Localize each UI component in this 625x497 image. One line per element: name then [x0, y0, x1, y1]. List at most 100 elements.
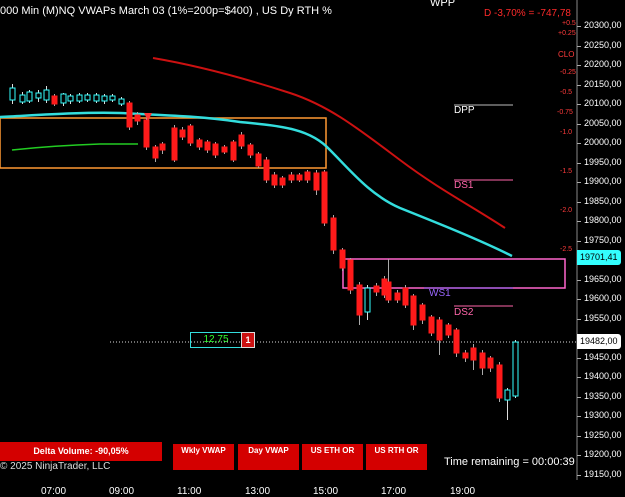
price-axis-label: 20300,00 — [584, 20, 622, 30]
price-axis-label: 20250,00 — [584, 39, 622, 50]
candle-body — [356, 284, 363, 316]
price-axis-tick — [577, 416, 581, 417]
price-axis-label: 19400,00 — [584, 371, 622, 381]
pct-label: +0.5 — [562, 20, 576, 27]
candle-body — [436, 319, 443, 341]
daily-change-label: D -3,70% = -747,78 — [484, 8, 571, 19]
candle-body — [385, 281, 392, 301]
candle-body — [196, 139, 203, 148]
candle-body — [428, 316, 435, 334]
candle-body — [126, 102, 133, 128]
candle-body — [402, 287, 409, 306]
price-axis-tick — [577, 104, 581, 105]
price-axis-tick — [577, 299, 581, 300]
clo-label: CLO — [558, 50, 575, 59]
candle-body — [394, 292, 401, 301]
delta-volume-button[interactable]: Delta Volume: -90,05% — [0, 442, 162, 461]
candle-body — [247, 144, 254, 156]
price-axis-label: 19550,00 — [584, 312, 622, 323]
price-axis-tick — [577, 474, 581, 476]
price-axis-tick — [577, 435, 581, 437]
price-axis-tick — [577, 455, 581, 456]
price-axis-tick — [577, 123, 581, 125]
candle-body — [60, 93, 67, 104]
candle-body — [496, 364, 503, 399]
dpp-label: DPP — [454, 105, 475, 116]
candle-body — [410, 295, 417, 326]
price-axis-label: 20000,00 — [584, 137, 622, 147]
price-chart-canvas[interactable] — [0, 0, 625, 497]
candle-body — [43, 89, 50, 101]
candle-body — [330, 217, 337, 251]
candle-body — [9, 87, 16, 101]
candle-body — [204, 141, 211, 151]
candle-body — [419, 304, 426, 321]
pct-label: +0.25 — [558, 30, 576, 37]
pct-label: -1.0 — [560, 129, 573, 136]
day-vwap-button[interactable]: Day VWAP — [238, 444, 299, 470]
candle-body — [187, 125, 194, 144]
wkly-vwap-button[interactable]: Wkly VWAP — [173, 444, 234, 470]
price-axis-label: 19650,00 — [584, 273, 622, 284]
price-axis-tick — [577, 318, 581, 320]
price-axis-tick — [577, 396, 581, 398]
ws1-label: WS1 — [429, 288, 451, 299]
price-axis-tick — [577, 162, 581, 164]
pct-label: -2.5 — [560, 246, 573, 253]
candle-body — [19, 94, 26, 103]
candle-body — [296, 174, 303, 181]
candle-body — [271, 174, 278, 186]
price-axis-label: 19800,00 — [584, 215, 622, 225]
price-axis-tick — [577, 201, 581, 203]
price-axis-label: 20100,00 — [584, 98, 622, 108]
candle-body — [26, 91, 33, 102]
candle-body — [364, 287, 371, 313]
candle-body — [453, 329, 460, 354]
price-axis-tick — [577, 65, 581, 66]
price-axis-label: 19300,00 — [584, 410, 622, 420]
price-axis-tick — [577, 357, 581, 359]
price-axis-label: 19600,00 — [584, 293, 622, 303]
candle-body — [76, 94, 83, 102]
candle-body — [504, 389, 511, 401]
time-axis-label: 07:00 — [41, 486, 67, 497]
candle-body — [462, 352, 469, 359]
wpp-label: WPP — [430, 0, 456, 9]
candle-body — [263, 159, 270, 181]
us-rth-or-button[interactable]: US RTH OR — [366, 444, 427, 470]
time-axis-label: 13:00 — [245, 486, 271, 497]
price-axis-tick — [577, 143, 581, 144]
vwap-price-tag: 19701,41 — [577, 250, 621, 265]
candle-body — [84, 94, 91, 101]
price-axis-label: 19850,00 — [584, 195, 622, 206]
pct-label: -2.0 — [560, 207, 573, 214]
candle-body — [321, 171, 328, 224]
copyright-text: © 2025 NinjaTrader, LLC — [0, 461, 111, 472]
price-axis-label: 19350,00 — [584, 390, 622, 401]
volume-count-box: 1 — [241, 332, 255, 348]
price-axis-tick — [577, 84, 581, 86]
candle-body — [67, 95, 74, 102]
price-axis-tick — [577, 377, 581, 378]
price-axis-label: 20200,00 — [584, 59, 622, 69]
candle-body — [479, 352, 486, 369]
time-remaining-text: Time remaining = 00:00:39 — [444, 456, 575, 468]
ds1-label: DS1 — [454, 180, 474, 191]
candle-body — [35, 92, 42, 99]
time-axis-label: 11:00 — [177, 486, 202, 497]
candlestick-series — [9, 84, 519, 420]
chart-title: 000 Min (M)NQ VWAPs March 03 (1%=200p=$4… — [0, 5, 332, 17]
last-price-tag: 19482,00 — [577, 334, 621, 349]
us-eth-or-button[interactable]: US ETH OR — [302, 444, 363, 470]
candle-body — [212, 143, 219, 156]
price-axis-label: 19450,00 — [584, 351, 622, 362]
time-axis-label: 19:00 — [450, 486, 476, 497]
price-axis-tick — [577, 279, 581, 281]
time-axis-label: 17:00 — [381, 486, 407, 497]
candle-body — [179, 129, 186, 138]
volume-value-box: 12,75 — [190, 332, 242, 348]
candle-body — [230, 141, 237, 161]
price-axis-tick — [577, 182, 581, 183]
candle-body — [152, 146, 159, 159]
price-axis-tick — [577, 45, 581, 47]
